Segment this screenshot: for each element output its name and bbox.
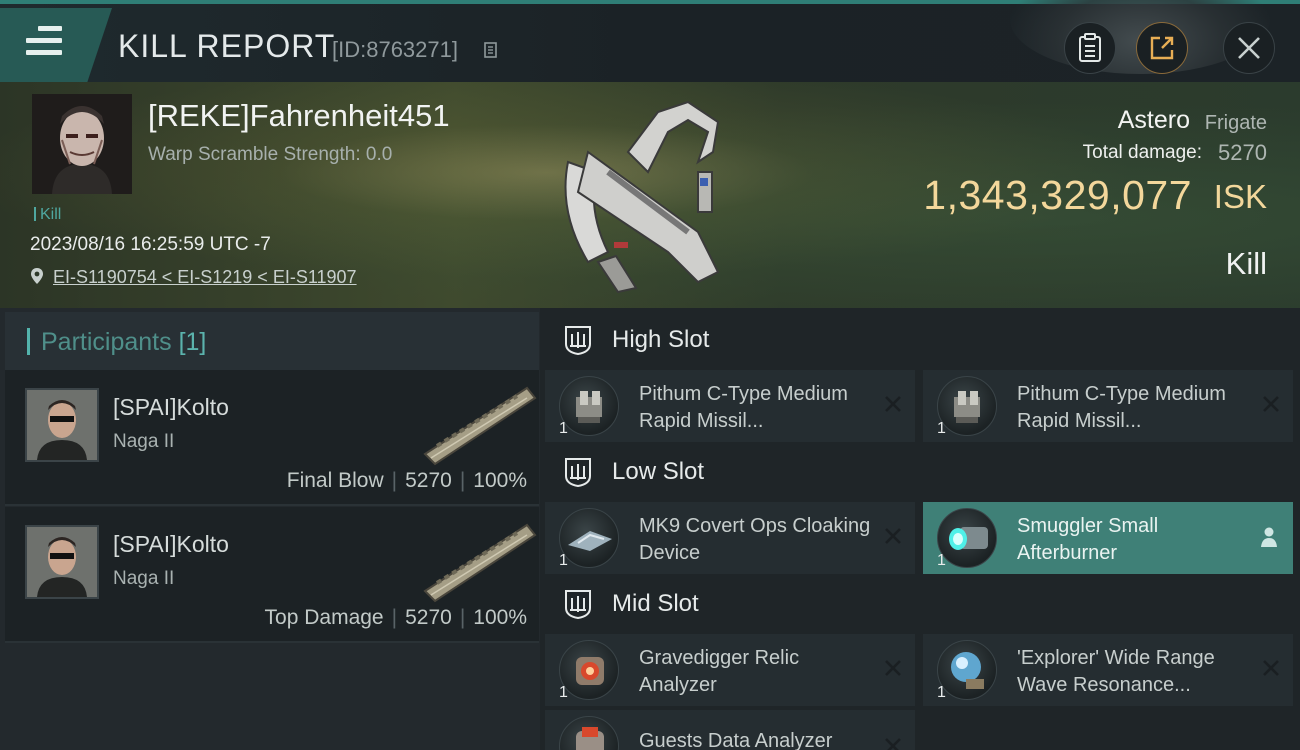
participant-damage: 5270 <box>405 469 452 492</box>
participants-title: Participants <box>41 328 172 356</box>
total-damage-value: 5270 <box>1218 140 1267 165</box>
module-name: MK9 Covert Ops Cloaking Device <box>639 515 871 564</box>
scanner-probe-icon <box>937 640 997 700</box>
copy-icon[interactable] <box>484 40 500 58</box>
mid-slot-header: Mid Slot <box>545 574 1300 634</box>
participant-role: Top Damage <box>264 606 384 629</box>
clipboard-button[interactable] <box>1064 22 1116 74</box>
participants-header: Participants [1] <box>5 312 539 370</box>
module-name: Guests Data Analyzer <box>639 730 833 750</box>
destroyed-x-icon <box>885 396 901 412</box>
module-name: Pithum C-Type Medium Rapid Missil... <box>1017 383 1226 432</box>
outcome-label: Kill <box>1225 246 1267 281</box>
module-item[interactable]: Guests Data Analyzer <box>545 710 915 750</box>
location-pin-icon <box>31 268 43 284</box>
participants-panel: Participants [1] [SPAI]Kolto Naga II Fin… <box>0 308 540 750</box>
module-quantity: 1 <box>937 684 946 701</box>
warp-scramble-strength: Warp Scramble Strength: 0.0 <box>148 144 393 165</box>
module-item[interactable]: 1 'Explorer' Wide Range Wave Resonance..… <box>923 634 1293 706</box>
participant-ship-image[interactable] <box>417 513 537 603</box>
kill-tag: Kill <box>34 206 61 224</box>
destroyed-x-icon <box>1263 660 1279 676</box>
ship-name[interactable]: Astero <box>1118 106 1190 135</box>
menu-icon <box>26 26 62 56</box>
destroyed-x-icon <box>885 528 901 544</box>
module-item[interactable]: 1 MK9 Covert Ops Cloaking Device <box>545 502 915 574</box>
avatar-image <box>27 390 97 460</box>
high-slot-title: High Slot <box>612 326 710 353</box>
high-slot-icon <box>565 326 591 356</box>
low-slot-title: Low Slot <box>612 458 705 485</box>
destroyed-x-icon <box>885 660 901 676</box>
share-icon <box>1150 36 1174 60</box>
fitting-panel: High Slot 1 Pithum C-Type Medium Rapid M… <box>540 308 1300 750</box>
participant-name[interactable]: [SPAI]Kolto <box>113 394 229 421</box>
module-quantity: 1 <box>559 552 568 569</box>
data-analyzer-icon <box>559 716 619 750</box>
participant-avatar[interactable] <box>25 525 99 599</box>
high-slot-header: High Slot <box>545 310 1300 370</box>
module-item[interactable]: 1 Gravedigger Relic Analyzer <box>545 634 915 706</box>
person-icon <box>1261 527 1277 547</box>
victim-ship-image[interactable] <box>548 92 748 302</box>
module-quantity: 1 <box>937 420 946 437</box>
module-quantity: 1 <box>559 684 568 701</box>
mid-slot-icon <box>565 590 591 620</box>
participant-row[interactable]: [SPAI]Kolto Naga II Top Damage | 5270 | 100% <box>5 507 539 643</box>
module-name: Pithum C-Type Medium Rapid Missil... <box>639 383 848 432</box>
report-id: [ID:8763271] <box>332 37 458 62</box>
victim-portrait[interactable] <box>32 94 132 194</box>
isk-value: 1,343,329,077 <box>923 172 1192 218</box>
participant-ship-image[interactable] <box>417 376 537 466</box>
menu-button[interactable] <box>0 8 112 82</box>
cloaking-device-icon <box>559 508 619 568</box>
kill-timestamp: 2023/08/16 16:25:59 UTC -7 <box>30 234 271 255</box>
close-icon <box>1238 37 1260 59</box>
ship-class: Frigate <box>1204 112 1267 134</box>
participant-name[interactable]: [SPAI]Kolto <box>113 531 229 558</box>
participant-ship: Naga II <box>113 568 175 589</box>
share-button[interactable] <box>1136 22 1188 74</box>
isk-unit: ISK <box>1213 178 1267 215</box>
module-item[interactable]: 1 Pithum C-Type Medium Rapid Missil... <box>923 370 1293 442</box>
participants-count: [1] <box>178 328 207 356</box>
relic-analyzer-icon <box>559 640 619 700</box>
participant-percent: 100% <box>473 606 527 629</box>
module-item[interactable]: 1 Pithum C-Type Medium Rapid Missil... <box>545 370 915 442</box>
header-accent-bar <box>27 328 30 355</box>
participant-percent: 100% <box>473 469 527 492</box>
module-name: 'Explorer' Wide Range Wave Resonance... <box>1017 647 1215 696</box>
clipboard-icon <box>1079 33 1101 62</box>
victim-name[interactable]: [REKE]Fahrenheit451 <box>148 98 450 134</box>
total-damage-label: Total damage: <box>1082 142 1202 163</box>
mid-slot-title: Mid Slot <box>612 590 699 617</box>
participant-row[interactable]: [SPAI]Kolto Naga II Final Blow | 5270 | 100% <box>5 370 539 506</box>
page-title: KILL REPORT <box>118 28 336 64</box>
participant-role: Final Blow <box>286 469 384 492</box>
location-link[interactable]: EI-S1190754 < EI-S1219 < EI-S11907 <box>53 267 357 288</box>
missile-launcher-icon <box>937 376 997 436</box>
victim-banner: [REKE]Fahrenheit451 Warp Scramble Streng… <box>0 82 1300 308</box>
module-name: Smuggler Small Afterburner <box>1017 515 1159 564</box>
participant-damage: 5270 <box>405 606 452 629</box>
participant-ship: Naga II <box>113 431 175 452</box>
module-item-dropped[interactable]: 1 Smuggler Small Afterburner <box>923 502 1293 574</box>
low-slot-header: Low Slot <box>545 442 1300 502</box>
participant-avatar[interactable] <box>25 388 99 462</box>
missile-launcher-icon <box>559 376 619 436</box>
destroyed-x-icon <box>1263 396 1279 412</box>
low-slot-icon <box>565 458 591 488</box>
destroyed-x-icon <box>885 738 901 750</box>
avatar-image <box>27 527 97 597</box>
top-bar: KILL REPORT [ID:8763271] <box>0 0 1300 82</box>
module-name: Gravedigger Relic Analyzer <box>639 647 800 696</box>
module-quantity: 1 <box>559 420 568 437</box>
afterburner-icon <box>937 508 997 568</box>
portrait-image <box>32 94 132 194</box>
close-button[interactable] <box>1223 22 1275 74</box>
module-quantity: 1 <box>937 552 946 569</box>
